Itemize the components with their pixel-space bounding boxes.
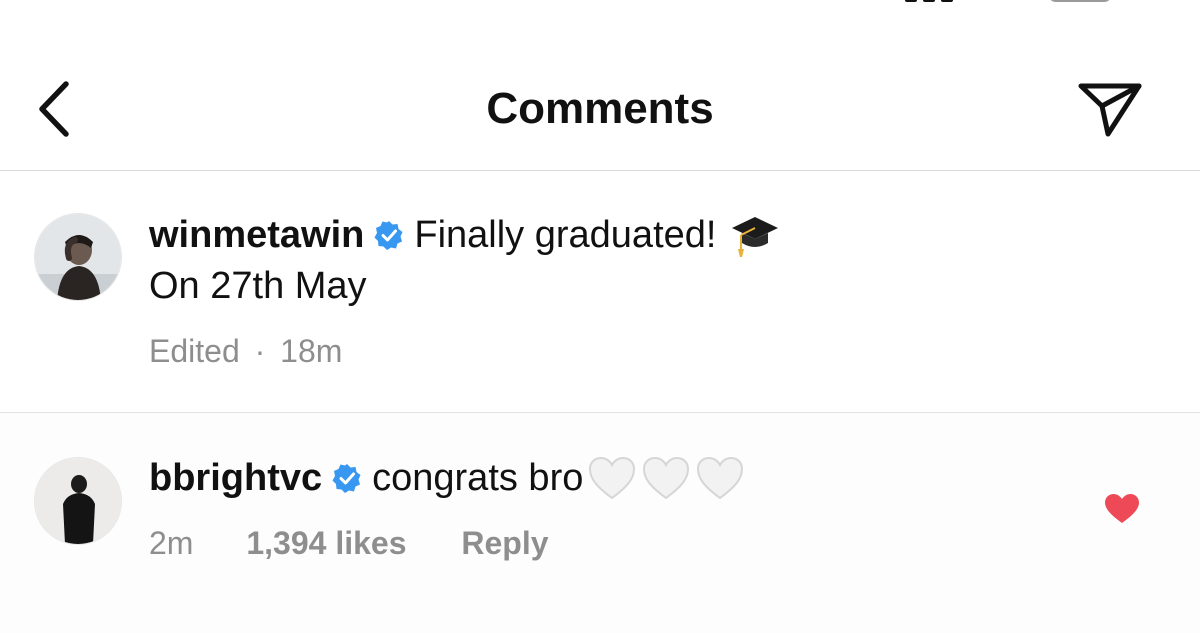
verified-badge-icon: [332, 463, 362, 493]
comments-screen: ·· ·· Comments: [0, 0, 1200, 633]
send-icon: [1078, 83, 1142, 137]
comment-timestamp: 2m: [149, 525, 194, 561]
caption-text: Finally graduated!: [414, 213, 717, 256]
comment-username[interactable]: bbrightvc: [149, 457, 322, 500]
white-heart-icon: [589, 456, 636, 500]
comment-text: congrats bro: [372, 456, 584, 499]
heart-filled-icon: [1105, 494, 1139, 523]
post-caption: winmetawin Finally graduated! On 27th Ma…: [0, 171, 1200, 413]
verified-badge-icon: [374, 220, 404, 250]
header-bar: Comments: [0, 40, 1200, 171]
page-title: Comments: [486, 84, 714, 133]
avatar-winmetawin[interactable]: [34, 213, 122, 301]
like-button[interactable]: [1100, 489, 1144, 529]
comment-item: bbrightvc congrats bro 2m 1,394 likes Re…: [0, 413, 1200, 633]
likes-count[interactable]: 1,394 likes: [246, 525, 406, 561]
avatar-image: [35, 214, 121, 300]
caption-meta: Edited · 18m: [149, 333, 342, 370]
avatar-image: [35, 458, 121, 544]
avatar-bbrightvc[interactable]: [34, 457, 122, 545]
share-button[interactable]: [1074, 78, 1146, 140]
caption-text-line-2: On 27th May: [149, 265, 367, 307]
graduation-cap-icon: [730, 213, 780, 257]
signal-icon: [905, 0, 965, 4]
view-replies-link[interactable]: [238, 623, 316, 633]
white-heart-icon: [643, 456, 690, 500]
meta-separator: ·: [254, 333, 266, 369]
edited-label: Edited: [149, 333, 240, 369]
caption-line-2: On 27th May: [149, 265, 367, 308]
battery-icon: [1048, 0, 1112, 2]
comment-meta: 2m 1,394 likes Reply: [149, 525, 549, 562]
white-hearts: [587, 455, 745, 501]
caption-line-1: winmetawin Finally graduated!: [149, 213, 780, 257]
white-heart-icon: [697, 456, 744, 500]
reply-button[interactable]: Reply: [461, 525, 548, 561]
status-bar-time: ·· ··: [112, 0, 190, 18]
caption-username[interactable]: winmetawin: [149, 214, 364, 257]
caption-timestamp: 18m: [280, 333, 343, 369]
comment-line: bbrightvc congrats bro: [149, 455, 745, 501]
